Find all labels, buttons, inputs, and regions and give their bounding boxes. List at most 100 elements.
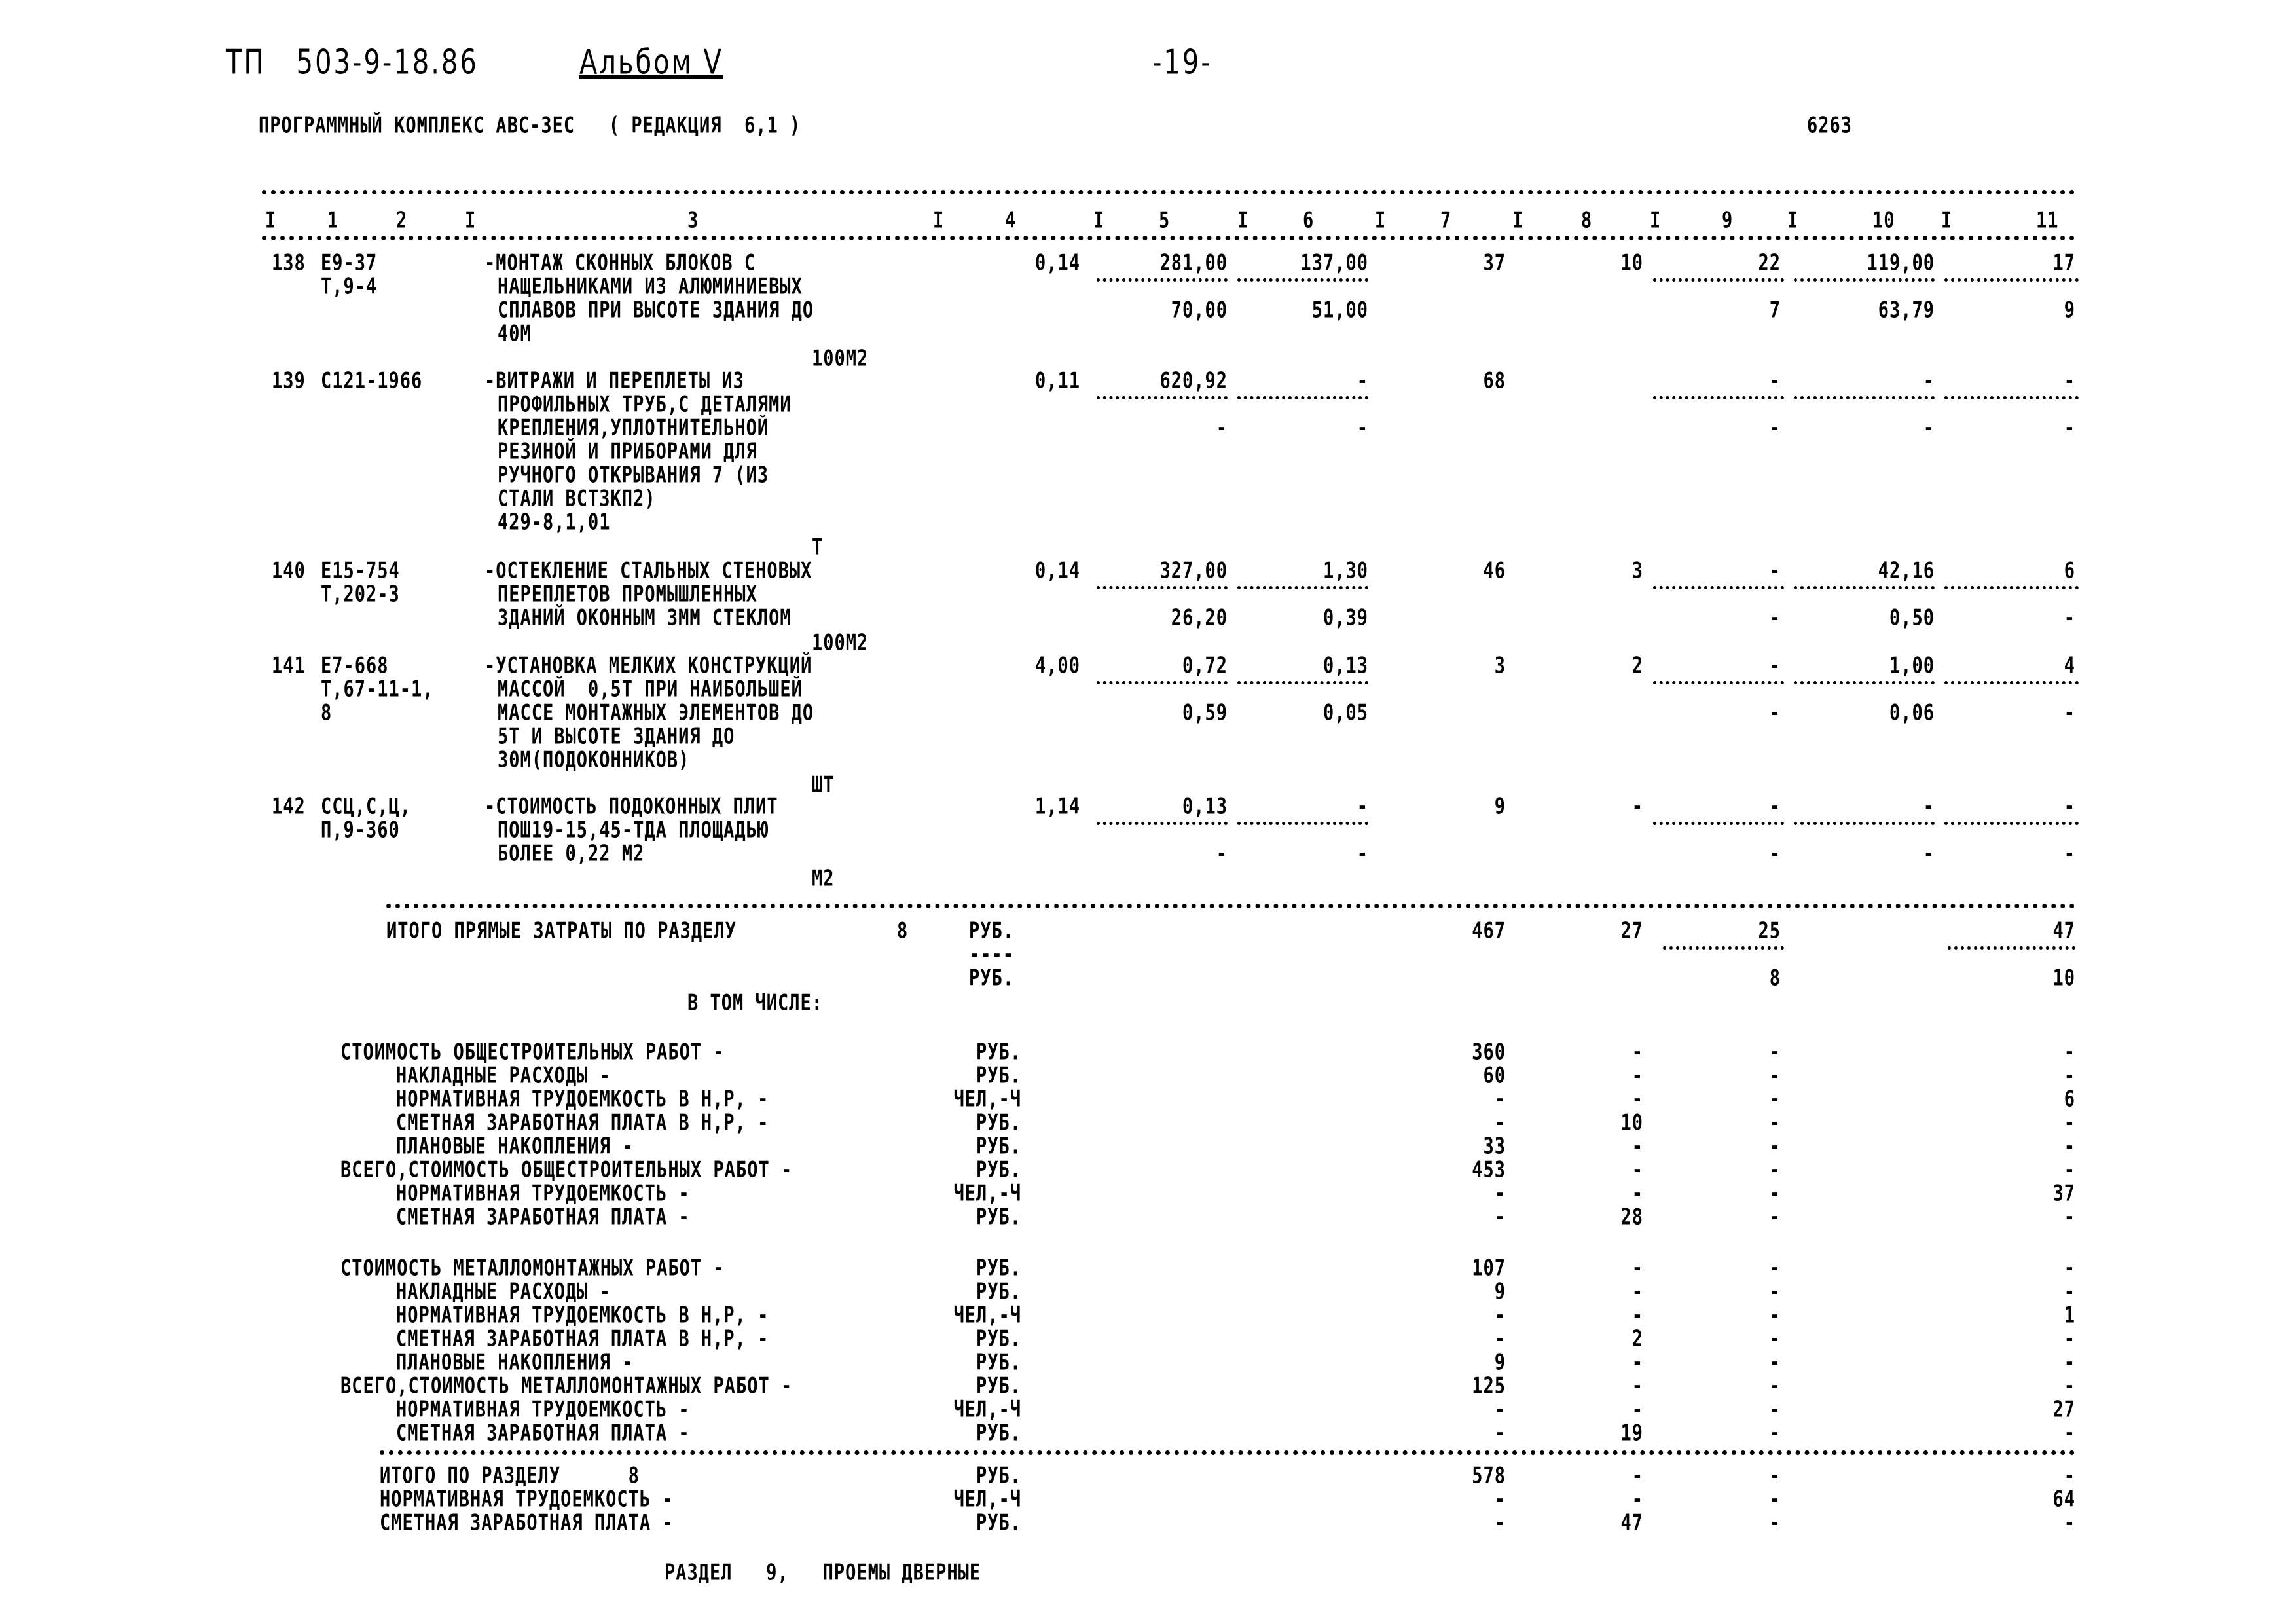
unit-cost-wages: - [1216, 841, 1228, 867]
fraction-rule [1097, 396, 1228, 399]
norm-code: 8 [321, 700, 333, 726]
column-header: 3 [687, 208, 699, 234]
total-cost: 46 [1483, 558, 1506, 584]
labor-total-machine: - [2064, 415, 2075, 441]
labor-unit-machine: - [1923, 841, 1935, 867]
labor-total: 17 [2052, 250, 2075, 276]
unit-cost-wages: 0,59 [1182, 700, 1228, 726]
unit-of-measure: 100М2 [812, 346, 869, 372]
direct-total-machines: 25 [1758, 918, 1781, 944]
total-machines: - [1769, 368, 1781, 394]
labor-unit-machine: - [1923, 415, 1935, 441]
column-header: 7 [1440, 208, 1452, 234]
summary-unit: РУБ. [975, 1204, 1021, 1230]
column-separator: I [1650, 208, 1662, 234]
fraction-rule [1948, 946, 2075, 950]
labor-total-machine: - [2064, 605, 2075, 631]
unit-cost-machines: - [1357, 368, 1368, 394]
column-separator: I [1512, 208, 1524, 234]
column-header: 11 [2036, 208, 2059, 234]
total-machine-wages: 7 [1769, 297, 1781, 323]
unit-cost-total: 620,92 [1159, 368, 1228, 394]
total-wages: 3 [1631, 558, 1643, 584]
column-separator: I [465, 208, 477, 234]
labor-unit: 119,00 [1867, 250, 1935, 276]
total-cost: 37 [1483, 250, 1506, 276]
fraction-rule [1237, 586, 1368, 589]
fraction-rule [1237, 822, 1368, 825]
fraction-rule [1653, 822, 1784, 825]
column-header: 2 [396, 208, 408, 234]
norm-code: Т,202-3 [321, 581, 400, 608]
section-total-labor: - [2064, 1510, 2075, 1536]
labor-unit-machine: 0,50 [1889, 605, 1935, 631]
sheet-number: 6263 [1807, 113, 1853, 139]
unit-cost-total: 0,72 [1182, 653, 1228, 679]
unit-label: РУБ. [969, 965, 1015, 991]
total-machine-wages: - [1769, 841, 1781, 867]
column-header: 10 [1872, 208, 1895, 234]
fraction-rule [1097, 681, 1228, 684]
norm-code: С121-1966 [321, 368, 423, 394]
column-separator: I [933, 208, 945, 234]
total-cost: 9 [1494, 794, 1506, 820]
summary-wages: 28 [1620, 1204, 1643, 1230]
fraction-rule [1944, 681, 2079, 684]
row-number: 142 [272, 794, 306, 820]
total-machines: 22 [1758, 250, 1781, 276]
labor-total: - [2064, 794, 2075, 820]
fraction-rule [1944, 278, 2079, 282]
work-description: 429-8,1,01 [498, 509, 611, 536]
labor-unit-machine: 0,06 [1889, 700, 1935, 726]
column-separator: I [265, 208, 277, 234]
quantity: 1,14 [1034, 794, 1080, 820]
table-top-rule [262, 190, 2075, 194]
total-cost: 68 [1483, 368, 1506, 394]
next-section-title: РАЗДЕЛ 9, ПРОЕМЫ ДВЕРНЫЕ [665, 1560, 981, 1586]
section-total-rule [380, 1450, 2075, 1455]
norm-code: Т,9-4 [321, 274, 378, 300]
total-wages: - [1631, 794, 1643, 820]
direct-total-machine-wages: 8 [1769, 965, 1781, 991]
section-total-machines: - [1769, 1510, 1781, 1536]
labor-unit: 42,16 [1878, 558, 1935, 584]
summary-cost: - [1494, 1420, 1506, 1447]
direct-total-label: ИТОГО ПРЯМЫЕ ЗАТРАТЫ ПО РАЗДЕЛУ [386, 918, 737, 944]
total-machines: - [1769, 653, 1781, 679]
work-description: БОЛЕЕ 0,22 М2 [498, 841, 645, 867]
section-total-cost: - [1494, 1510, 1506, 1536]
page-number: -19- [1152, 43, 1212, 83]
quantity: 0,14 [1034, 250, 1080, 276]
labor-unit: - [1923, 794, 1935, 820]
total-machines: - [1769, 794, 1781, 820]
fraction-rule [1794, 586, 1935, 589]
section-total-label: СМЕТНАЯ ЗАРАБОТНАЯ ПЛАТА - [380, 1510, 674, 1536]
fraction-rule [1653, 681, 1784, 684]
column-separator: I [1787, 208, 1799, 234]
fraction-rule [1653, 396, 1784, 399]
row-number: 141 [272, 653, 306, 679]
summary-wages: 19 [1620, 1420, 1643, 1447]
direct-total-section: 8 [897, 918, 909, 944]
section-total-unit: РУБ. [975, 1510, 1021, 1536]
work-description: 40М [498, 321, 532, 347]
summary-cost: - [1494, 1204, 1506, 1230]
fraction-rule [1944, 396, 2079, 399]
unit-cost-machines: - [1357, 794, 1368, 820]
summary-label: СМЕТНАЯ ЗАРАБОТНАЯ ПЛАТА - [396, 1204, 690, 1230]
labor-unit: 1,00 [1889, 653, 1935, 679]
fraction-rule [1794, 278, 1935, 282]
norm-code: П,9-360 [321, 817, 400, 843]
direct-total-rule [386, 904, 2075, 908]
fraction-rule [1097, 822, 1228, 825]
total-machine-wages: - [1769, 605, 1781, 631]
summary-labor: - [2064, 1204, 2075, 1230]
program-title: ПРОГРАММНЫЙ КОМПЛЕКС АВС-3ЕС ( РЕДАКЦИЯ … [259, 113, 801, 139]
direct-total-labor-machine: 10 [2052, 965, 2075, 991]
fraction-rule [1237, 396, 1368, 399]
unit-of-measure: 100М2 [812, 630, 869, 656]
quantity: 4,00 [1034, 653, 1080, 679]
section-total-wages: 47 [1620, 1510, 1643, 1536]
unit-cost-machine-wages: 0,05 [1322, 700, 1368, 726]
doc-code: ТП 503-9-18.86 [226, 43, 479, 83]
